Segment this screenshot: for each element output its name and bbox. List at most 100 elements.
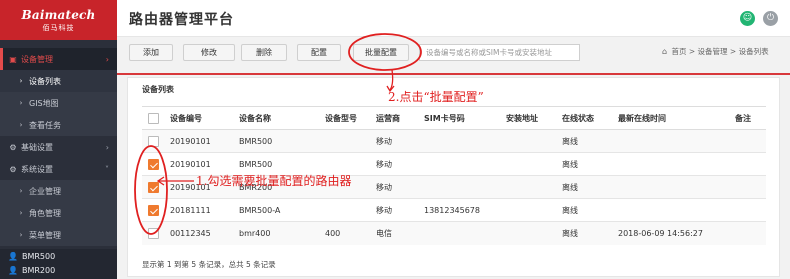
row-checkbox[interactable] bbox=[148, 181, 159, 193]
config-button[interactable]: 配置 bbox=[297, 44, 341, 61]
column-header[interactable]: 运营商 bbox=[370, 106, 418, 130]
column-header[interactable]: 备注 bbox=[729, 106, 766, 130]
table-cell: 离线 bbox=[556, 152, 612, 176]
sidebar-item-label: GIS地图 bbox=[29, 98, 59, 108]
select-all-checkbox[interactable] bbox=[148, 112, 159, 124]
chevron-right-icon: › bbox=[19, 209, 23, 217]
table-cell bbox=[418, 221, 500, 245]
chevron-down-icon: ˅ bbox=[105, 164, 109, 174]
table-cell bbox=[319, 129, 370, 153]
row-select-cell[interactable] bbox=[142, 152, 164, 176]
column-header[interactable]: 安装地址 bbox=[500, 106, 556, 130]
table-row[interactable]: 00112345 bmr400 400 电信 离线 2018-06-09 14:56:27 bbox=[142, 221, 766, 245]
table-cell: bmr400 bbox=[233, 221, 319, 245]
table-cell bbox=[500, 129, 556, 153]
chevron-right-icon: › bbox=[19, 77, 23, 85]
table-cell bbox=[418, 129, 500, 153]
device-tree: 👤 BMR500 👤 BMR200 bbox=[0, 249, 117, 279]
table-header-row: 设备编号 设备名称 设备型号 运营商 SIM卡号码 安装地址 在线状态 最新在线… bbox=[142, 106, 766, 130]
home-icon[interactable]: ⌂ bbox=[662, 47, 667, 56]
monitor-icon: ▣ bbox=[9, 54, 17, 64]
device-node-label: BMR500 bbox=[21, 251, 56, 261]
table-cell: 离线 bbox=[556, 198, 612, 222]
column-header[interactable]: 设备编号 bbox=[164, 106, 233, 130]
sidebar-item-label: 角色管理 bbox=[29, 208, 61, 218]
column-header[interactable]: 设备型号 bbox=[319, 106, 370, 130]
chevron-right-icon: › bbox=[105, 142, 109, 152]
breadcrumb-text[interactable]: 首页 > 设备管理 > 设备列表 bbox=[671, 47, 768, 56]
row-checkbox[interactable] bbox=[148, 158, 159, 170]
table-cell bbox=[612, 198, 729, 222]
table-cell: 离线 bbox=[556, 129, 612, 153]
table-cell bbox=[319, 198, 370, 222]
sidebar-item-gis-map[interactable]: › GIS地图 bbox=[0, 92, 117, 114]
batch-config-button[interactable]: 批量配置 bbox=[353, 44, 409, 61]
sidebar-item-device-management[interactable]: ▣ 设备管理 › bbox=[0, 48, 117, 70]
search-input[interactable]: 设备编号或名称或SIM卡号或安装地址 bbox=[419, 44, 580, 61]
select-all-cell[interactable] bbox=[142, 106, 164, 130]
sidebar-item-device-list[interactable]: › 设备列表 bbox=[0, 70, 117, 92]
table-cell bbox=[729, 129, 766, 153]
sidebar: Baimatech 佰马科技 ▣ 设备管理 › › 设备列表 › GIS地图 ›… bbox=[0, 0, 117, 279]
table-cell bbox=[729, 221, 766, 245]
logo: Baimatech 佰马科技 bbox=[0, 0, 117, 40]
sidebar-item-system-settings[interactable]: ⚙ 系统设置 ˅ bbox=[0, 158, 117, 180]
power-icon[interactable]: ⏻ bbox=[763, 11, 778, 26]
row-checkbox[interactable] bbox=[148, 135, 159, 147]
table-cell: 离线 bbox=[556, 221, 612, 245]
sidebar-item-view-tasks[interactable]: › 查看任务 bbox=[0, 114, 117, 136]
column-header[interactable]: 最新在线时间 bbox=[612, 106, 729, 130]
sidebar-item-enterprise-management[interactable]: › 企业管理 bbox=[0, 180, 117, 202]
sidebar-item-label: 查看任务 bbox=[29, 120, 61, 130]
table-cell: 13812345678 bbox=[418, 198, 500, 222]
table-cell bbox=[500, 152, 556, 176]
row-select-cell[interactable] bbox=[142, 221, 164, 245]
logo-subtitle: 佰马科技 bbox=[42, 23, 75, 32]
logo-brand: Baimatech bbox=[21, 7, 96, 22]
table-cell bbox=[612, 175, 729, 199]
table-cell: 移动 bbox=[370, 129, 418, 153]
table-cell bbox=[418, 152, 500, 176]
step1-annotation-text: 1.勾选需要批量配置的路由器 bbox=[196, 174, 352, 188]
table-cell: 离线 bbox=[556, 175, 612, 199]
row-checkbox[interactable] bbox=[148, 227, 159, 239]
table-row[interactable]: 20181111 BMR500-A 移动 13812345678 离线 bbox=[142, 198, 766, 222]
table-cell: 20181111 bbox=[164, 198, 233, 222]
table-cell: BMR500-A bbox=[233, 198, 319, 222]
sidebar-item-basic-settings[interactable]: ⚙ 基础设置 › bbox=[0, 136, 117, 158]
device-node[interactable]: 👤 BMR500 bbox=[8, 249, 117, 263]
panel-title: 设备列表 bbox=[142, 85, 174, 94]
toolbar: 添加 修改 删除 配置 批量配置 设备编号或名称或SIM卡号或安装地址 ⌂ 首页… bbox=[117, 37, 790, 67]
sidebar-item-label: 企业管理 bbox=[29, 186, 61, 196]
table-cell: 2018-06-09 14:56:27 bbox=[612, 221, 729, 245]
pagination-info: 显示第 1 到第 5 条记录，总共 5 条记录 bbox=[142, 260, 276, 269]
sidebar-item-label: 基础设置 bbox=[21, 142, 53, 152]
sidebar-item-menu-management[interactable]: › 菜单管理 bbox=[0, 224, 117, 246]
user-icon[interactable]: ☺ bbox=[740, 11, 755, 26]
chevron-right-icon: › bbox=[19, 121, 23, 129]
device-node[interactable]: 👤 BMR200 bbox=[8, 263, 117, 277]
add-button[interactable]: 添加 bbox=[129, 44, 173, 61]
chevron-right-icon: › bbox=[19, 231, 23, 239]
table-cell: BMR500 bbox=[233, 129, 319, 153]
sidebar-item-label: 设备管理 bbox=[21, 54, 53, 64]
table-cell bbox=[729, 175, 766, 199]
chevron-right-icon: › bbox=[19, 99, 23, 107]
user-icon: 👤 bbox=[8, 251, 18, 261]
row-select-cell[interactable] bbox=[142, 175, 164, 199]
row-select-cell[interactable] bbox=[142, 198, 164, 222]
row-checkbox[interactable] bbox=[148, 204, 159, 216]
column-header[interactable]: 在线状态 bbox=[556, 106, 612, 130]
edit-button[interactable]: 修改 bbox=[183, 44, 235, 61]
sidebar-item-role-management[interactable]: › 角色管理 bbox=[0, 202, 117, 224]
column-header[interactable]: 设备名称 bbox=[233, 106, 319, 130]
table-row[interactable]: 20190101 BMR500 移动 离线 bbox=[142, 129, 766, 153]
device-node-label: BMR200 bbox=[21, 265, 56, 275]
column-header[interactable]: SIM卡号码 bbox=[418, 106, 500, 130]
section-divider bbox=[117, 73, 790, 75]
step2-annotation-text: 2.点击“批量配置” bbox=[388, 90, 484, 104]
breadcrumb: ⌂ 首页 > 设备管理 > 设备列表 bbox=[662, 46, 769, 57]
table-cell bbox=[418, 175, 500, 199]
row-select-cell[interactable] bbox=[142, 129, 164, 153]
delete-button[interactable]: 删除 bbox=[241, 44, 287, 61]
